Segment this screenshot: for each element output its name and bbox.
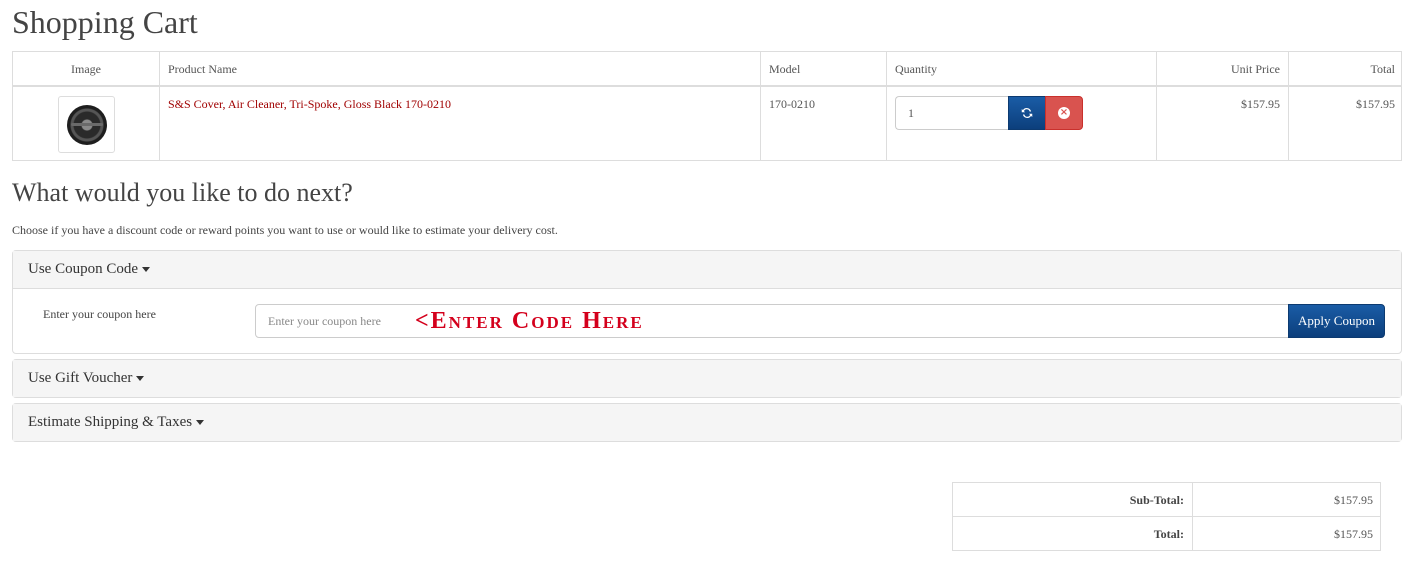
voucher-panel-toggle[interactable]: Use Gift Voucher xyxy=(13,360,1401,397)
product-name-link[interactable]: S&S Cover, Air Cleaner, Tri-Spoke, Gloss… xyxy=(168,97,451,112)
shipping-panel-title: Estimate Shipping & Taxes xyxy=(28,414,193,430)
coupon-panel: Use Coupon Code Enter your coupon here <… xyxy=(12,250,1402,354)
totals-table: Sub-Total: $157.95 Total: $157.95 xyxy=(952,482,1381,551)
shipping-panel-toggle[interactable]: Estimate Shipping & Taxes xyxy=(13,404,1401,441)
header-product-name: Product Name xyxy=(168,62,237,76)
caret-down-icon xyxy=(196,420,205,426)
cart-table: Image Product Name Model Quantity Unit P… xyxy=(12,51,1402,161)
unit-price: $157.95 xyxy=(1241,97,1280,111)
product-thumbnail[interactable] xyxy=(58,96,115,153)
header-model: Model xyxy=(769,62,801,76)
total-row: Total: $157.95 xyxy=(953,517,1380,551)
refresh-icon xyxy=(1021,108,1033,118)
voucher-panel-title: Use Gift Voucher xyxy=(28,370,133,386)
table-row: S&S Cover, Air Cleaner, Tri-Spoke, Gloss… xyxy=(13,87,1401,160)
line-total: $157.95 xyxy=(1356,97,1395,111)
page-title: Shopping Cart xyxy=(12,4,198,40)
coupon-panel-title: Use Coupon Code xyxy=(28,261,138,277)
header-unit-price: Unit Price xyxy=(1231,62,1280,76)
header-total: Total xyxy=(1370,62,1396,76)
header-image: Image xyxy=(71,62,101,76)
remove-circle-icon: × xyxy=(1058,107,1070,119)
coupon-panel-toggle[interactable]: Use Coupon Code xyxy=(13,251,1401,289)
coupon-input[interactable] xyxy=(255,304,1289,338)
update-quantity-button[interactable] xyxy=(1008,96,1046,130)
enter-code-annotation: <Enter Code Here xyxy=(415,308,644,334)
remove-item-button[interactable]: × xyxy=(1045,96,1083,130)
caret-down-icon xyxy=(136,376,145,382)
total-value: $157.95 xyxy=(1334,527,1373,541)
quantity-input[interactable] xyxy=(895,96,1009,130)
header-quantity: Quantity xyxy=(895,62,937,76)
next-steps-description: Choose if you have a discount code or re… xyxy=(12,223,558,237)
cart-table-header: Image Product Name Model Quantity Unit P… xyxy=(13,52,1401,87)
shipping-panel: Estimate Shipping & Taxes xyxy=(12,403,1402,442)
coupon-label: Enter your coupon here xyxy=(43,307,156,321)
air-cleaner-cover-icon xyxy=(67,105,107,145)
next-steps-heading: What would you like to do next? xyxy=(12,178,353,207)
voucher-panel: Use Gift Voucher xyxy=(12,359,1402,398)
apply-coupon-button[interactable]: Apply Coupon xyxy=(1288,304,1385,338)
subtotal-label: Sub-Total: xyxy=(953,483,1193,516)
subtotal-value: $157.95 xyxy=(1334,493,1373,507)
product-model: 170-0210 xyxy=(769,97,815,111)
caret-down-icon xyxy=(142,267,150,273)
subtotal-row: Sub-Total: $157.95 xyxy=(953,483,1380,517)
total-label: Total: xyxy=(953,517,1193,551)
